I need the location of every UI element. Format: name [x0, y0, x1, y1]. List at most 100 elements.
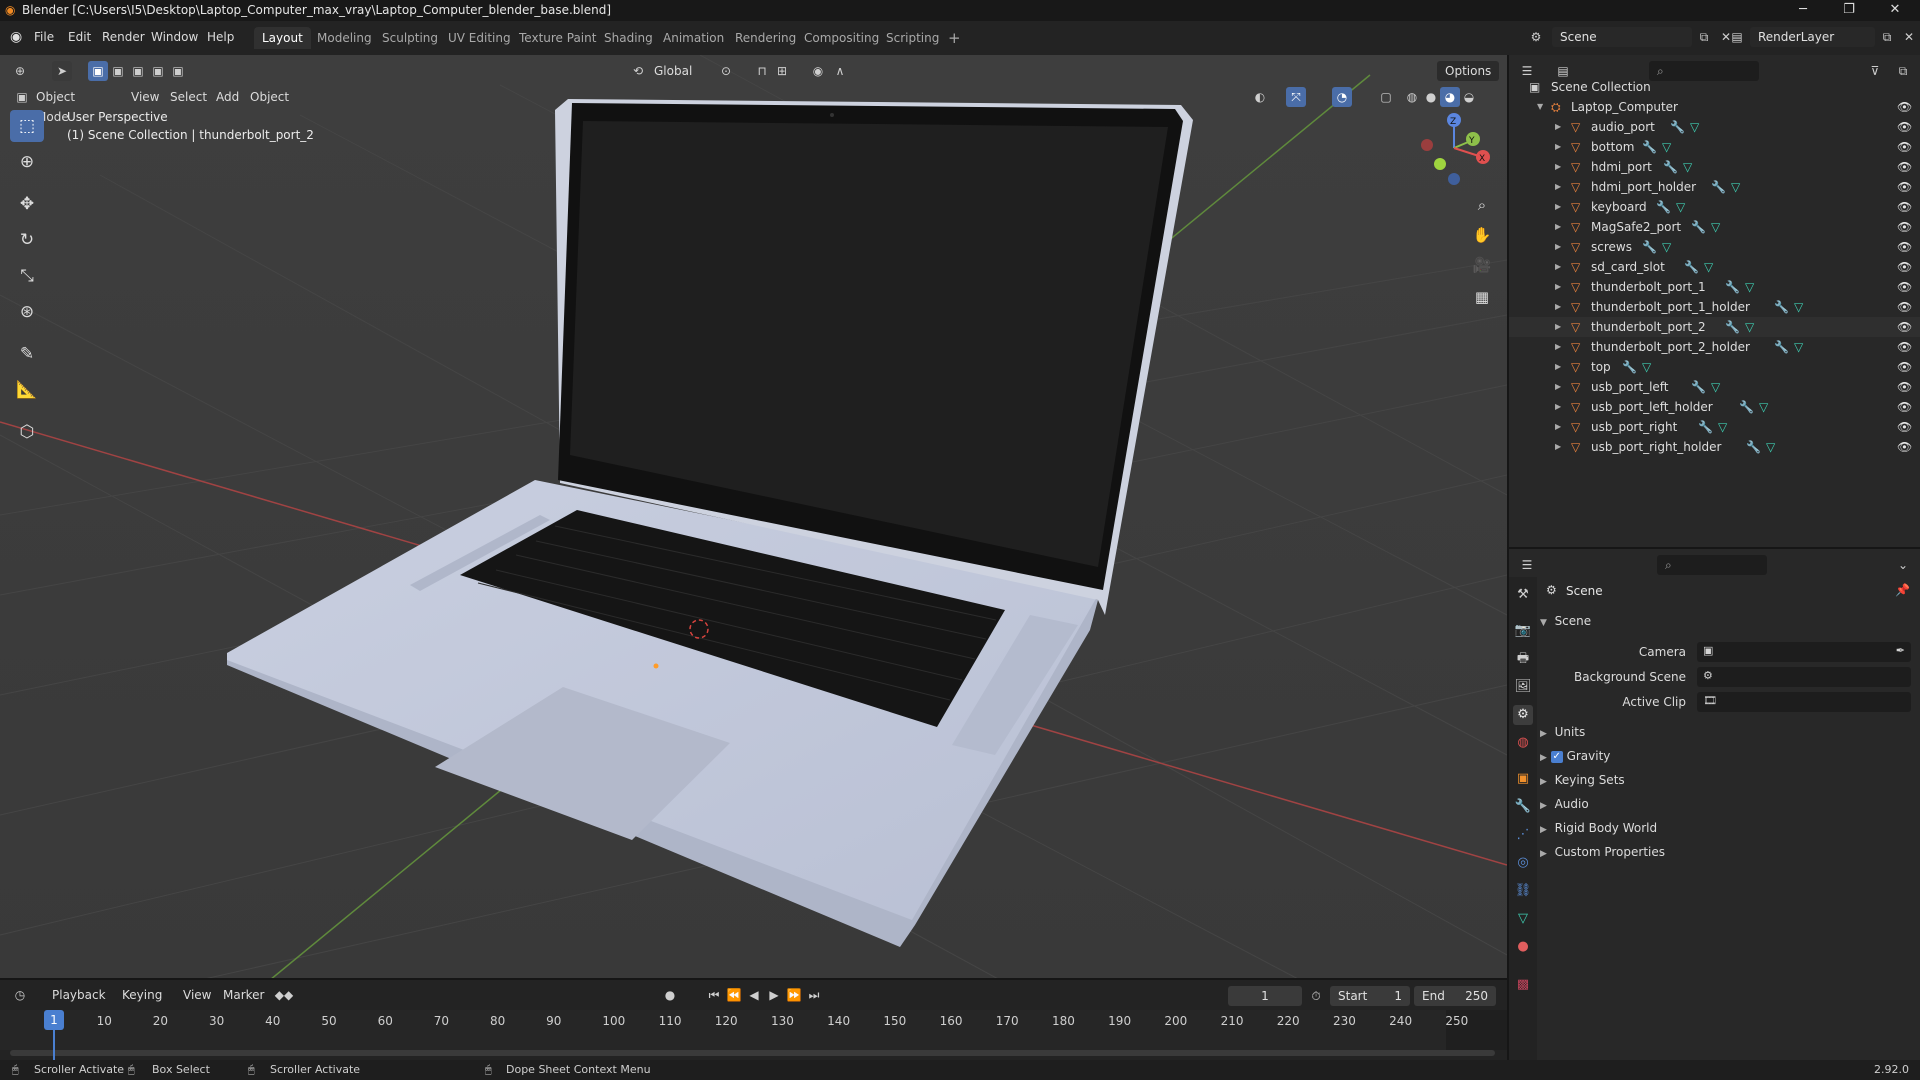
mesh-data-icon[interactable]: ▽: [1642, 357, 1651, 377]
viewport-menu-add[interactable]: Add: [216, 90, 239, 104]
expand-arrow-icon[interactable]: ▶: [1555, 117, 1561, 137]
eye-icon[interactable]: 👁: [1897, 137, 1912, 157]
collapse-arrow-icon[interactable]: ▶: [1540, 825, 1547, 835]
eye-icon[interactable]: 👁: [1897, 217, 1912, 237]
modifier-wrench-icon[interactable]: 🔧: [1711, 177, 1726, 197]
select-extend-icon[interactable]: ▣: [108, 61, 128, 81]
restore-button[interactable]: ❐: [1826, 0, 1872, 21]
active-clip-field[interactable]: 🎞: [1697, 692, 1911, 712]
pin-icon[interactable]: 📌: [1895, 583, 1910, 597]
next-keyframe-icon[interactable]: ⏩: [784, 985, 804, 1005]
expand-arrow-icon[interactable]: ▶: [1555, 137, 1561, 157]
object-tab-icon[interactable]: ▣: [1513, 769, 1533, 789]
outliner-object-row[interactable]: ▶ ▽ usb_port_left_holder 🔧 ▽ 👁: [1509, 397, 1920, 417]
modifier-wrench-icon[interactable]: 🔧: [1774, 337, 1789, 357]
modifier-wrench-icon[interactable]: 🔧: [1642, 137, 1657, 157]
eye-icon[interactable]: 👁: [1897, 197, 1912, 217]
particles-tab-icon[interactable]: ⋰: [1513, 825, 1533, 845]
expand-arrow-icon[interactable]: ▶: [1555, 257, 1561, 277]
new-scene-icon[interactable]: ⧉: [1694, 27, 1714, 47]
outliner-object-row[interactable]: ▶ ▽ bottom 🔧 ▽ 👁: [1509, 137, 1920, 157]
timeline-menu-view[interactable]: View: [183, 988, 211, 1002]
outliner-object-row[interactable]: ▶ ▽ usb_port_right_holder 🔧 ▽ 👁: [1509, 437, 1920, 457]
collapse-arrow-icon[interactable]: ▶: [1540, 753, 1547, 763]
eye-icon[interactable]: 👁: [1897, 417, 1912, 437]
eye-icon[interactable]: 👁: [1897, 397, 1912, 417]
start-frame-field[interactable]: Start 1: [1330, 986, 1410, 1006]
prev-keyframe-icon[interactable]: ⏪: [724, 985, 744, 1005]
collapse-arrow-icon[interactable]: ▶: [1540, 849, 1547, 859]
expand-arrow-icon[interactable]: ▶: [1555, 157, 1561, 177]
properties-search-input[interactable]: ⌕: [1657, 555, 1767, 575]
modifier-wrench-icon[interactable]: 🔧: [1642, 237, 1657, 257]
editor-type-icon[interactable]: ⊕: [10, 61, 30, 81]
navigation-gizmo[interactable]: Z Y X: [1410, 108, 1500, 192]
jump-end-icon[interactable]: ⏭: [804, 985, 824, 1005]
tab-texture-paint[interactable]: Texture Paint: [511, 27, 604, 49]
mesh-data-icon[interactable]: ▽: [1759, 397, 1768, 417]
outliner-object-row[interactable]: ▶ ▽ thunderbolt_port_1 🔧 ▽ 👁: [1509, 277, 1920, 297]
mode-dropdown[interactable]: Object Mode: [28, 87, 118, 124]
expand-arrow-icon[interactable]: ▼: [1537, 97, 1543, 117]
properties-options-icon[interactable]: ⌄: [1893, 555, 1913, 575]
modifier-wrench-icon[interactable]: 🔧: [1739, 397, 1754, 417]
menu-edit[interactable]: Edit: [68, 30, 91, 44]
outliner-object-row[interactable]: ▶ ▽ keyboard 🔧 ▽ 👁: [1509, 197, 1920, 217]
eye-icon[interactable]: 👁: [1897, 357, 1912, 377]
mesh-data-icon[interactable]: ▽: [1718, 417, 1727, 437]
modifier-wrench-icon[interactable]: 🔧: [1622, 357, 1637, 377]
constraints-tab-icon[interactable]: ⛓: [1513, 881, 1533, 901]
expand-arrow-icon[interactable]: ▶: [1555, 277, 1561, 297]
outliner-object-row[interactable]: ▶ ▽ audio_port 🔧 ▽ 👁: [1509, 117, 1920, 137]
gizmo-toggle-icon[interactable]: ⤧: [1286, 87, 1306, 107]
expand-arrow-icon[interactable]: ▶: [1555, 177, 1561, 197]
output-tab-icon[interactable]: 🖶: [1513, 649, 1533, 669]
expand-arrow-icon[interactable]: ▶: [1555, 237, 1561, 257]
audio-panel[interactable]: ▶ Audio: [1540, 797, 1589, 811]
timeline-menu-playback[interactable]: Playback: [52, 988, 106, 1002]
eye-icon[interactable]: 👁: [1897, 257, 1912, 277]
modifier-wrench-icon[interactable]: 🔧: [1725, 317, 1740, 337]
blender-menu-icon[interactable]: ◉: [10, 29, 22, 45]
modifier-wrench-icon[interactable]: 🔧: [1774, 297, 1789, 317]
menu-help[interactable]: Help: [207, 30, 234, 44]
mesh-data-icon[interactable]: ▽: [1676, 197, 1685, 217]
modifier-wrench-icon[interactable]: 🔧: [1663, 157, 1678, 177]
proportional-edit-icon[interactable]: ◉: [808, 61, 828, 81]
tab-scripting[interactable]: Scripting: [878, 27, 947, 49]
view-layer-field[interactable]: RenderLayer: [1750, 27, 1875, 47]
modifier-wrench-icon[interactable]: 🔧: [1684, 257, 1699, 277]
eye-icon[interactable]: 👁: [1897, 337, 1912, 357]
physics-tab-icon[interactable]: ◎: [1513, 853, 1533, 873]
rotate-tool-icon[interactable]: ↻: [10, 224, 44, 256]
eye-icon[interactable]: 👁: [1897, 377, 1912, 397]
modifier-wrench-icon[interactable]: 🔧: [1698, 417, 1713, 437]
mesh-data-icon[interactable]: ▽: [1794, 337, 1803, 357]
rigid-body-world-panel[interactable]: ▶ Rigid Body World: [1540, 821, 1657, 835]
play-reverse-icon[interactable]: ◀: [744, 985, 764, 1005]
shading-material-icon[interactable]: ◕: [1440, 87, 1460, 107]
timeline-menu-marker[interactable]: Marker: [223, 988, 264, 1002]
modifier-wrench-icon[interactable]: 🔧: [1746, 437, 1761, 457]
outliner-object-row[interactable]: ▶ ▽ thunderbolt_port_2_holder 🔧 ▽ 👁: [1509, 337, 1920, 357]
3d-viewport[interactable]: [0, 55, 1507, 980]
move-tool-icon[interactable]: ✥: [10, 188, 44, 220]
tab-sculpting[interactable]: Sculpting: [374, 27, 446, 49]
expand-arrow-icon[interactable]: ▼: [1540, 618, 1547, 628]
outliner-object-row[interactable]: ▶ ▽ MagSafe2_port 🔧 ▽ 👁: [1509, 217, 1920, 237]
viewport-menu-view[interactable]: View: [131, 90, 159, 104]
texture-tab-icon[interactable]: ▩: [1513, 975, 1533, 995]
modifier-wrench-icon[interactable]: 🔧: [1691, 217, 1706, 237]
mesh-data-icon[interactable]: ▽: [1662, 137, 1671, 157]
outliner-scene-collection[interactable]: ▣ Scene Collection: [1509, 77, 1920, 97]
expand-arrow-icon[interactable]: ▶: [1555, 437, 1561, 457]
tab-layout[interactable]: Layout: [254, 27, 311, 49]
outliner-object-row[interactable]: ▶ ▽ thunderbolt_port_2 🔧 ▽ 👁: [1509, 317, 1920, 337]
eye-icon[interactable]: 👁: [1897, 437, 1912, 457]
add-workspace-button[interactable]: +: [940, 27, 969, 49]
properties-editor-icon[interactable]: ☰: [1517, 555, 1537, 575]
delete-view-layer-icon[interactable]: ✕: [1899, 27, 1919, 47]
playhead-frame-indicator[interactable]: 1: [44, 1010, 64, 1030]
scale-tool-icon[interactable]: ⤡: [10, 260, 44, 292]
snap-icon[interactable]: ⊓: [752, 61, 772, 81]
